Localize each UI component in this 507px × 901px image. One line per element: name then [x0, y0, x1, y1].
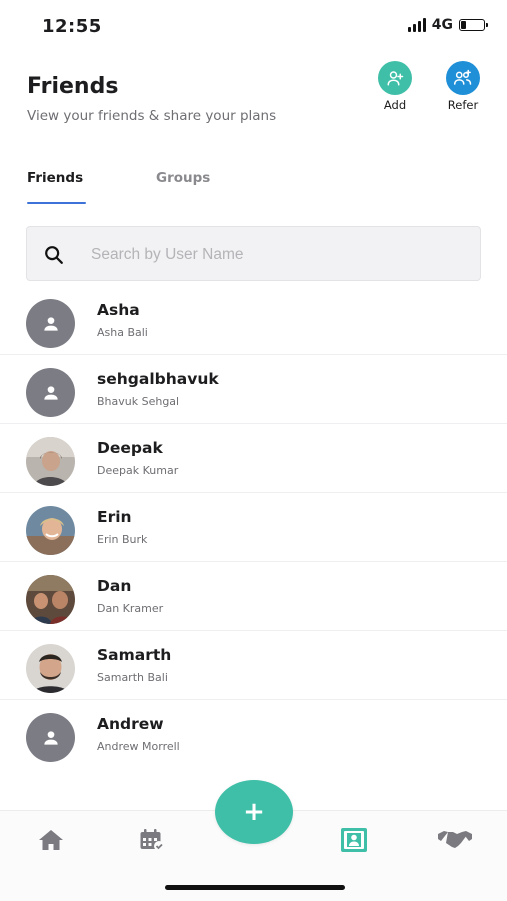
friend-full-name: Deepak Kumar	[97, 464, 179, 477]
friend-full-name: Bhavuk Sehgal	[97, 395, 180, 408]
nav-calendar[interactable]	[134, 825, 170, 855]
nav-handshake[interactable]	[437, 825, 473, 855]
create-plan-button[interactable]: +	[215, 780, 293, 844]
friend-row[interactable]: Asha Asha Bali	[0, 286, 507, 355]
avatar-photo	[26, 644, 75, 693]
status-bar: 12:55 4G	[0, 0, 507, 52]
default-avatar-icon	[26, 368, 75, 417]
add-label: Add	[383, 98, 407, 112]
friend-name: Erin	[97, 508, 132, 526]
friend-full-name: Erin Burk	[97, 533, 148, 546]
friend-name: Andrew	[97, 715, 164, 733]
default-avatar-icon	[26, 299, 75, 348]
avatar-photo	[26, 575, 75, 624]
friend-row[interactable]: Deepak Deepak Kumar	[0, 424, 507, 493]
tab-bar: Friends Groups	[0, 160, 507, 208]
battery-icon	[459, 19, 488, 31]
handshake-icon	[438, 831, 472, 848]
search-box[interactable]	[26, 226, 481, 281]
tab-friends[interactable]: Friends	[27, 170, 83, 186]
tab-groups[interactable]: Groups	[156, 170, 210, 186]
refer-button[interactable]: Refer	[438, 61, 488, 112]
friend-name: Samarth	[97, 646, 172, 664]
avatar-photo	[26, 506, 75, 555]
friend-full-name: Samarth Bali	[97, 671, 168, 684]
friend-full-name: Asha Bali	[97, 326, 148, 339]
friends-contact-icon	[341, 828, 367, 852]
nav-home[interactable]	[33, 825, 69, 855]
friend-full-name: Andrew Morrell	[97, 740, 180, 753]
add-icon: +	[243, 797, 265, 827]
page-title: Friends	[27, 74, 119, 99]
friend-row[interactable]: Dan Dan Kramer	[0, 562, 507, 631]
friend-name: Dan	[97, 577, 132, 595]
network-type: 4G	[431, 17, 453, 33]
signal-icon	[407, 18, 426, 32]
add-friend-button[interactable]: Add	[370, 61, 420, 112]
friend-name: Asha	[97, 301, 140, 319]
friend-row[interactable]: Andrew Andrew Morrell	[0, 700, 507, 768]
search-icon	[43, 244, 65, 270]
home-indicator	[165, 885, 345, 890]
friend-row[interactable]: sehgalbhavuk Bhavuk Sehgal	[0, 355, 507, 424]
nav-friends[interactable]	[336, 825, 372, 855]
friend-name: sehgalbhavuk	[97, 370, 219, 388]
active-tab-indicator	[27, 202, 86, 204]
status-time: 12:55	[42, 16, 102, 37]
default-avatar-icon	[26, 713, 75, 762]
search-input[interactable]	[89, 235, 463, 275]
home-icon	[39, 830, 63, 850]
add-user-icon	[378, 61, 412, 95]
friend-full-name: Dan Kramer	[97, 602, 164, 615]
friend-name: Deepak	[97, 439, 163, 457]
friend-row[interactable]: Samarth Samarth Bali	[0, 631, 507, 700]
refer-label: Refer	[447, 98, 479, 112]
avatar-photo	[26, 437, 75, 486]
friend-row[interactable]: Erin Erin Burk	[0, 493, 507, 562]
page-subtitle: View your friends & share your plans	[27, 108, 277, 124]
refer-users-icon	[446, 61, 480, 95]
friend-list: Asha Asha Bali sehgalbhavuk Bhavuk Sehga…	[0, 286, 507, 768]
calendar-icon	[140, 829, 164, 851]
status-indicators: 4G	[407, 17, 488, 33]
